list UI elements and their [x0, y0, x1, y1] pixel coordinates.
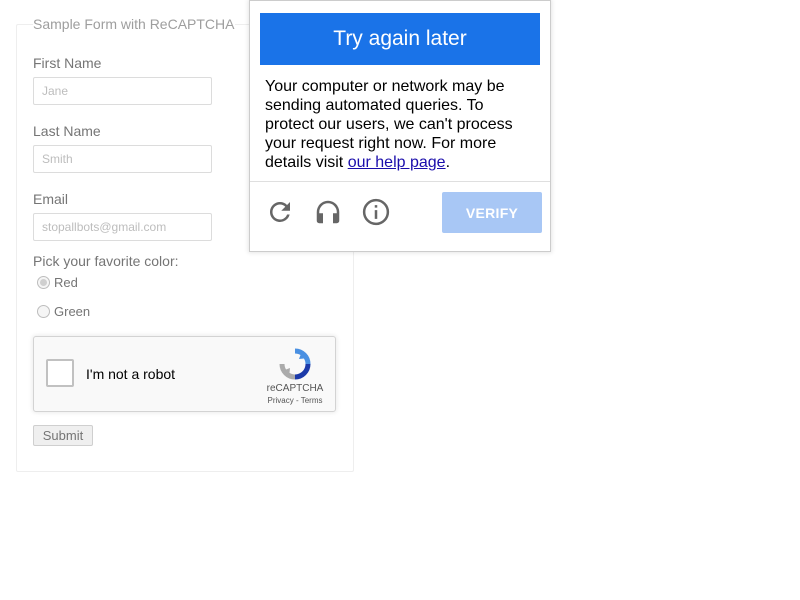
help-page-link[interactable]: our help page: [348, 154, 446, 171]
radio-green[interactable]: [37, 305, 50, 318]
recaptcha-widget: I'm not a robot reCAPTCHA Privacy - Term…: [33, 336, 336, 412]
color-option-red[interactable]: Red: [37, 275, 78, 290]
last-name-input[interactable]: [33, 145, 212, 173]
form-legend: Sample Form with ReCAPTCHA: [33, 16, 235, 32]
recaptcha-brand: reCAPTCHA: [266, 383, 324, 394]
last-name-label: Last Name: [33, 123, 101, 139]
challenge-message: Your computer or network may be sending …: [265, 77, 535, 172]
radio-red-label: Red: [54, 275, 78, 290]
reload-icon[interactable]: [265, 197, 295, 227]
first-name-input[interactable]: [33, 77, 212, 105]
submit-button[interactable]: Submit: [33, 425, 93, 446]
recaptcha-challenge-popup: Try again later Your computer or network…: [249, 0, 551, 252]
recaptcha-checkbox-label: I'm not a robot: [86, 366, 176, 382]
headphones-icon[interactable]: [313, 197, 343, 227]
recaptcha-logo-icon: [279, 348, 311, 380]
recaptcha-terms[interactable]: Privacy - Terms: [256, 396, 334, 405]
color-question-label: Pick your favorite color:: [33, 253, 179, 269]
info-icon[interactable]: [361, 197, 391, 227]
challenge-header: Try again later: [260, 13, 540, 65]
challenge-divider: [250, 181, 550, 182]
first-name-label: First Name: [33, 55, 102, 71]
challenge-message-end: .: [445, 154, 451, 171]
radio-red[interactable]: [37, 276, 50, 289]
email-input[interactable]: [33, 213, 212, 241]
color-option-green[interactable]: Green: [37, 304, 90, 319]
recaptcha-checkbox[interactable]: [46, 359, 74, 387]
radio-green-label: Green: [54, 304, 91, 319]
email-label: Email: [33, 191, 69, 207]
verify-button[interactable]: VERIFY: [442, 192, 542, 233]
